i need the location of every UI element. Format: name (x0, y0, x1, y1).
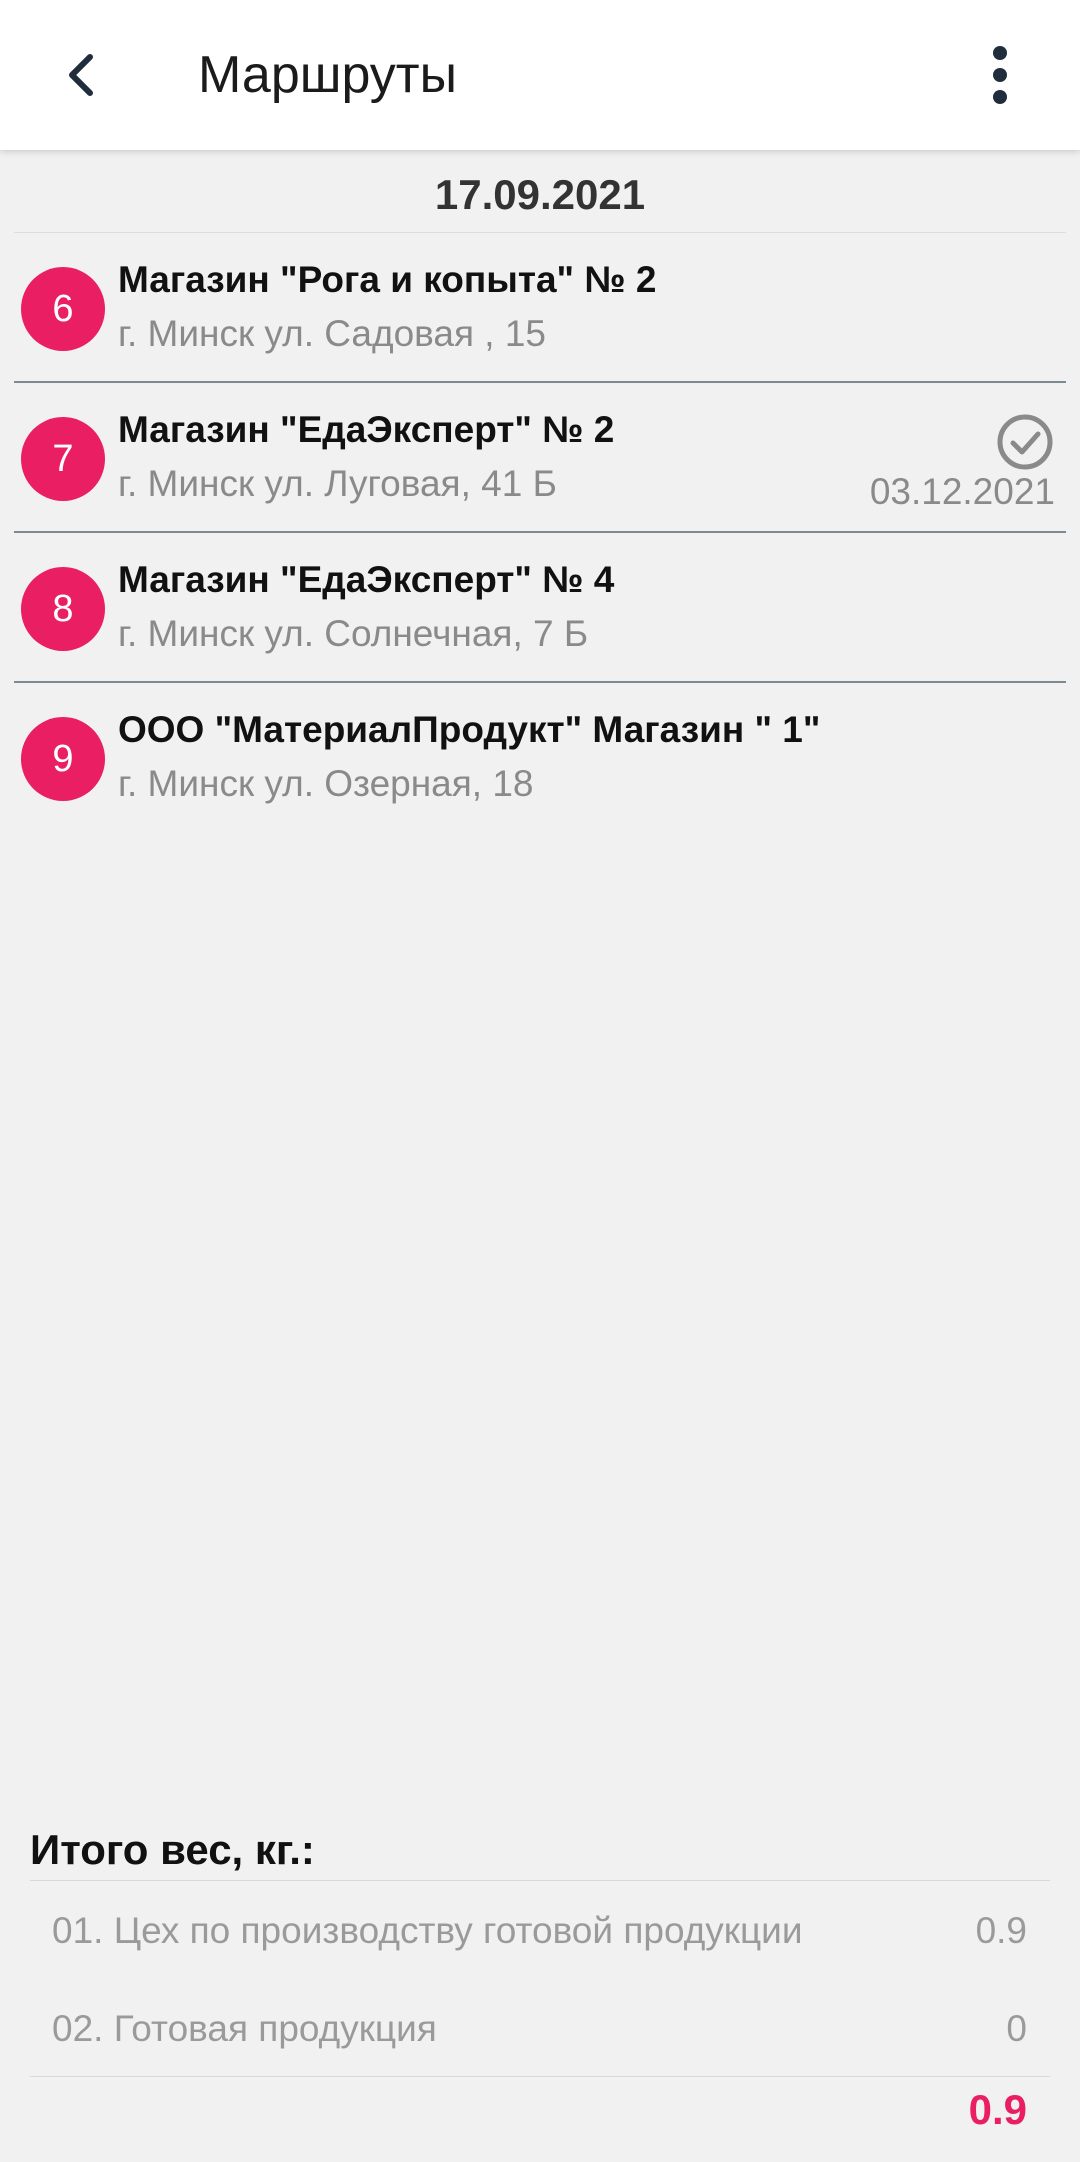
route-number-badge: 9 (21, 717, 105, 801)
route-item[interactable]: 6 Магазин "Рога и копыта" № 2 г. Минск у… (0, 233, 1080, 383)
divider (30, 2076, 1050, 2077)
totals-row-label: 01. Цех по производству готовой продукци… (52, 1910, 803, 1951)
route-item[interactable]: 9 ООО "МатериалПродукт" Магазин " 1" г. … (0, 683, 1080, 833)
grand-total-value: 0.9 (968, 2086, 1027, 2133)
route-list: 6 Магазин "Рога и копыта" № 2 г. Минск у… (0, 233, 1080, 833)
totals-row-value: 0.9 (975, 1910, 1027, 1951)
app-bar: Маршруты (0, 0, 1080, 150)
route-item[interactable]: 7 Магазин "ЕдаЭксперт" № 2 г. Минск ул. … (0, 383, 1080, 533)
route-address: г. Минск ул. Луговая, 41 Б (118, 463, 557, 504)
page-title: Маршруты (198, 46, 457, 104)
totals-row-value: 0 (1006, 2008, 1027, 2049)
route-store-name: Магазин "Рога и копыта" № 2 (118, 259, 657, 300)
route-store-name: Магазин "ЕдаЭксперт" № 4 (118, 559, 615, 600)
check-circle-icon (997, 414, 1053, 470)
route-address: г. Минск ул. Садовая , 15 (118, 313, 546, 354)
route-store-name: Магазин "ЕдаЭксперт" № 2 (118, 409, 615, 450)
divider (30, 1880, 1050, 1881)
route-number-badge: 7 (21, 417, 105, 501)
route-item[interactable]: 8 Магазин "ЕдаЭксперт" № 4 г. Минск ул. … (0, 533, 1080, 683)
route-number-badge: 6 (21, 267, 105, 351)
route-store-name: ООО "МатериалПродукт" Магазин " 1" (118, 709, 821, 750)
route-address: г. Минск ул. Озерная, 18 (118, 763, 534, 804)
route-address: г. Минск ул. Солнечная, 7 Б (118, 613, 589, 654)
more-vert-icon (993, 46, 1007, 104)
totals-row: 02. Готовая продукция 0 (30, 1994, 1030, 2064)
totals-row: 01. Цех по производству готовой продукци… (30, 1896, 1030, 1966)
overflow-menu-button[interactable] (960, 35, 1040, 115)
route-completed-date: 03.12.2021 (869, 471, 1055, 512)
route-number-badge: 8 (21, 567, 105, 651)
totals-row-label: 02. Готовая продукция (52, 2008, 437, 2049)
back-button[interactable] (42, 35, 122, 115)
totals-title: Итого вес, кг.: (30, 1826, 315, 1873)
date-header: 17.09.2021 (434, 171, 646, 218)
chevron-left-icon (69, 54, 93, 96)
